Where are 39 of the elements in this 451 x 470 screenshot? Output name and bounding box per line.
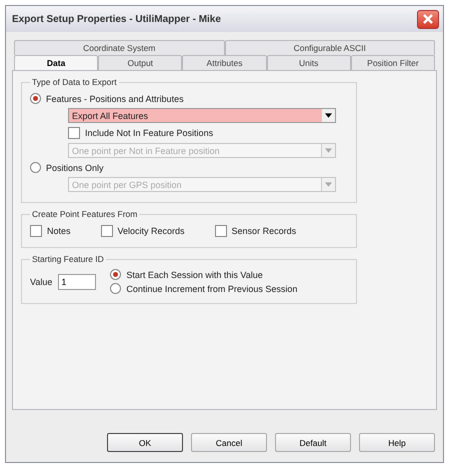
- radio-button[interactable]: [30, 93, 41, 104]
- group-title: Create Point Features From: [31, 209, 138, 219]
- checkbox[interactable]: [30, 225, 42, 237]
- checkbox[interactable]: [100, 225, 113, 237]
- dropdown[interactable]: Export All Features: [68, 108, 336, 123]
- dialog-button[interactable]: Default: [275, 433, 351, 452]
- checkbox-label: Include Not In Feature Positions: [85, 128, 214, 138]
- tab[interactable]: Position Filter: [350, 55, 436, 70]
- tab[interactable]: Configurable ASCII: [224, 40, 435, 55]
- radio-button[interactable]: [110, 269, 122, 280]
- tab[interactable]: Attributes: [182, 55, 267, 70]
- checkbox-label: Notes: [47, 226, 71, 236]
- tab[interactable]: Units: [266, 55, 351, 70]
- radio-button[interactable]: [110, 283, 122, 294]
- dialog-button[interactable]: Help: [359, 433, 435, 452]
- tab[interactable]: Data: [14, 55, 98, 70]
- caret-icon: [325, 182, 332, 187]
- checkbox[interactable]: [68, 127, 80, 139]
- option-label: Positions Only: [46, 162, 104, 172]
- option-label: Continue Increment from Previous Session: [126, 284, 298, 294]
- caret-icon: [325, 113, 332, 118]
- checkbox-label: Velocity Records: [118, 226, 185, 236]
- field-label: Value: [30, 276, 52, 286]
- tab[interactable]: Coordinate System: [14, 40, 224, 55]
- caret-icon: [325, 148, 332, 153]
- option-label: Features - Positions and Attributes: [46, 94, 184, 104]
- option-label: Start Each Session with this Value: [126, 270, 263, 280]
- window-title: Export Setup Properties - UtiliMapper - Mike: [12, 14, 221, 24]
- group-title: Type of Data to Export: [31, 77, 118, 87]
- radio-button[interactable]: [30, 162, 41, 173]
- group-title: Starting Feature ID: [31, 254, 105, 264]
- close-icon: [422, 13, 434, 25]
- checkbox-label: Sensor Records: [232, 226, 296, 236]
- close-button[interactable]: [417, 10, 439, 28]
- tab[interactable]: Output: [98, 55, 182, 70]
- value-field[interactable]: 1: [58, 274, 96, 290]
- dialog-button[interactable]: Cancel: [191, 433, 267, 452]
- checkbox[interactable]: [214, 225, 227, 237]
- dialog-button[interactable]: OK: [107, 433, 183, 452]
